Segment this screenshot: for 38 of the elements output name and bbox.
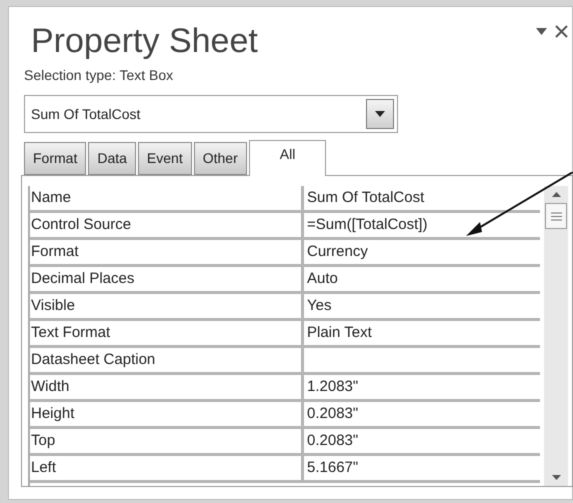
tab[interactable]: Event — [138, 142, 192, 175]
property-name: Decimal Places — [30, 267, 304, 291]
property-value[interactable]: 0.2083" — [304, 429, 540, 453]
scroll-up-icon[interactable] — [552, 192, 560, 197]
property-name: Top — [30, 429, 304, 453]
scroll-thumb[interactable] — [545, 203, 567, 229]
property-name: Height — [30, 402, 304, 426]
property-name: Width — [30, 375, 304, 399]
property-value[interactable]: =Sum([TotalCost]) — [304, 213, 540, 237]
property-value[interactable]: Currency — [304, 240, 540, 264]
property-value[interactable]: Sum Of TotalCost — [304, 186, 540, 210]
tab[interactable]: Data — [88, 142, 136, 175]
property-value[interactable]: Auto — [304, 267, 540, 291]
caret-icon — [375, 111, 385, 117]
object-selector[interactable]: Sum Of TotalCost — [24, 95, 398, 133]
tab[interactable]: Format — [24, 142, 86, 175]
scroll-down-icon[interactable] — [552, 475, 560, 480]
tab[interactable]: All — [248, 140, 326, 176]
selection-type-label: Selection type: Text Box — [24, 67, 174, 83]
property-name: Name — [30, 186, 304, 210]
tab[interactable]: Other — [194, 142, 247, 175]
property-value[interactable]: 0.2083" — [304, 402, 540, 426]
grip-icon — [550, 212, 562, 220]
property-name: Datasheet Caption — [30, 348, 304, 372]
panel-title: Property Sheet — [31, 21, 258, 61]
property-value[interactable]: Yes — [304, 294, 540, 318]
property-value[interactable]: Plain Text — [304, 321, 540, 345]
property-name: Text Format — [30, 321, 304, 345]
dropdown-button[interactable] — [366, 99, 394, 129]
property-value[interactable]: 1.2083" — [304, 375, 540, 399]
property-value[interactable]: 5.1667" — [304, 456, 540, 480]
property-name: Format — [30, 240, 304, 264]
property-name: Visible — [30, 294, 304, 318]
property-name: Control Source — [30, 213, 304, 237]
dropdown-icon[interactable] — [536, 28, 547, 35]
property-name: Left — [30, 456, 304, 480]
scrollbar[interactable] — [544, 186, 568, 486]
close-icon[interactable] — [555, 25, 568, 38]
